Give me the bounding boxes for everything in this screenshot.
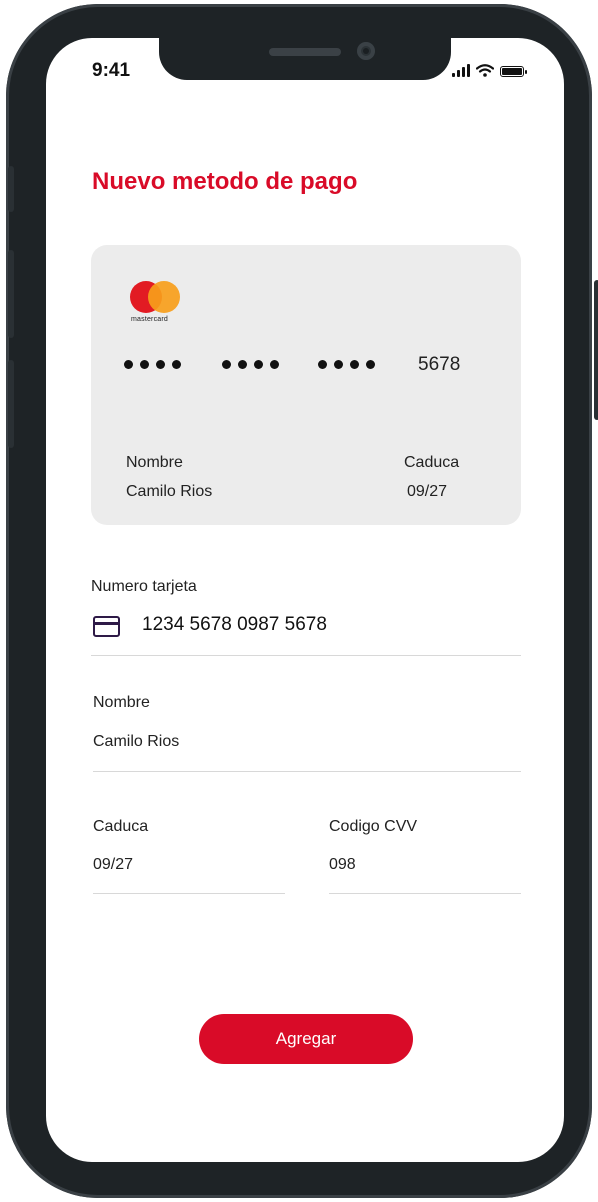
card-name-label: Nombre <box>126 454 183 471</box>
card-number-input[interactable]: 1234 5678 0987 5678 <box>142 614 327 636</box>
status-time: 9:41 <box>92 60 131 81</box>
card-expiry-label: Caduca <box>404 454 460 471</box>
card-expiry-value: 09/27 <box>407 483 448 500</box>
volume-up-button <box>8 250 14 338</box>
card-preview: mastercard 5678 Nombre Camilo Rios Caduc… <box>91 245 521 525</box>
battery-level <box>502 68 522 75</box>
expiry-input[interactable]: 09/27 <box>93 856 133 874</box>
signal-icon <box>452 64 470 77</box>
name-label: Nombre <box>93 694 150 711</box>
phone-frame: 9:41 Nuevo metodo de pago mastercard 567… <box>6 4 598 1198</box>
expiry-label: Caduca <box>93 818 149 835</box>
notch <box>159 38 451 80</box>
masked-digits-group <box>318 360 375 369</box>
wifi-icon <box>476 64 494 77</box>
cvv-underline <box>329 893 521 894</box>
card-number-label: Numero tarjeta <box>91 578 197 595</box>
cvv-input[interactable]: 098 <box>329 856 356 874</box>
power-button <box>594 280 598 420</box>
masked-digits-group <box>124 360 181 369</box>
card-number-underline <box>91 655 521 656</box>
status-icons <box>452 64 527 77</box>
mastercard-orange-circle <box>148 281 180 313</box>
mastercard-logo-icon: mastercard <box>129 281 183 329</box>
mastercard-wordmark: mastercard <box>131 316 169 323</box>
card-last-four: 5678 <box>418 354 461 375</box>
credit-card-icon <box>93 616 120 637</box>
cvv-label: Codigo CVV <box>329 818 418 835</box>
add-button[interactable]: Agregar <box>199 1014 413 1064</box>
page-title: Nuevo metodo de pago <box>92 168 358 195</box>
volume-down-button <box>8 360 14 448</box>
name-input[interactable]: Camilo Rios <box>93 733 179 751</box>
screen: 9:41 Nuevo metodo de pago mastercard 567… <box>46 38 564 1162</box>
masked-digits-group <box>222 360 279 369</box>
expiry-underline <box>93 893 285 894</box>
speaker-grille <box>269 48 341 56</box>
battery-icon <box>500 66 527 77</box>
name-underline <box>93 771 521 772</box>
card-name-value: Camilo Rios <box>126 483 213 500</box>
front-camera <box>357 42 375 60</box>
silent-switch <box>8 166 14 212</box>
